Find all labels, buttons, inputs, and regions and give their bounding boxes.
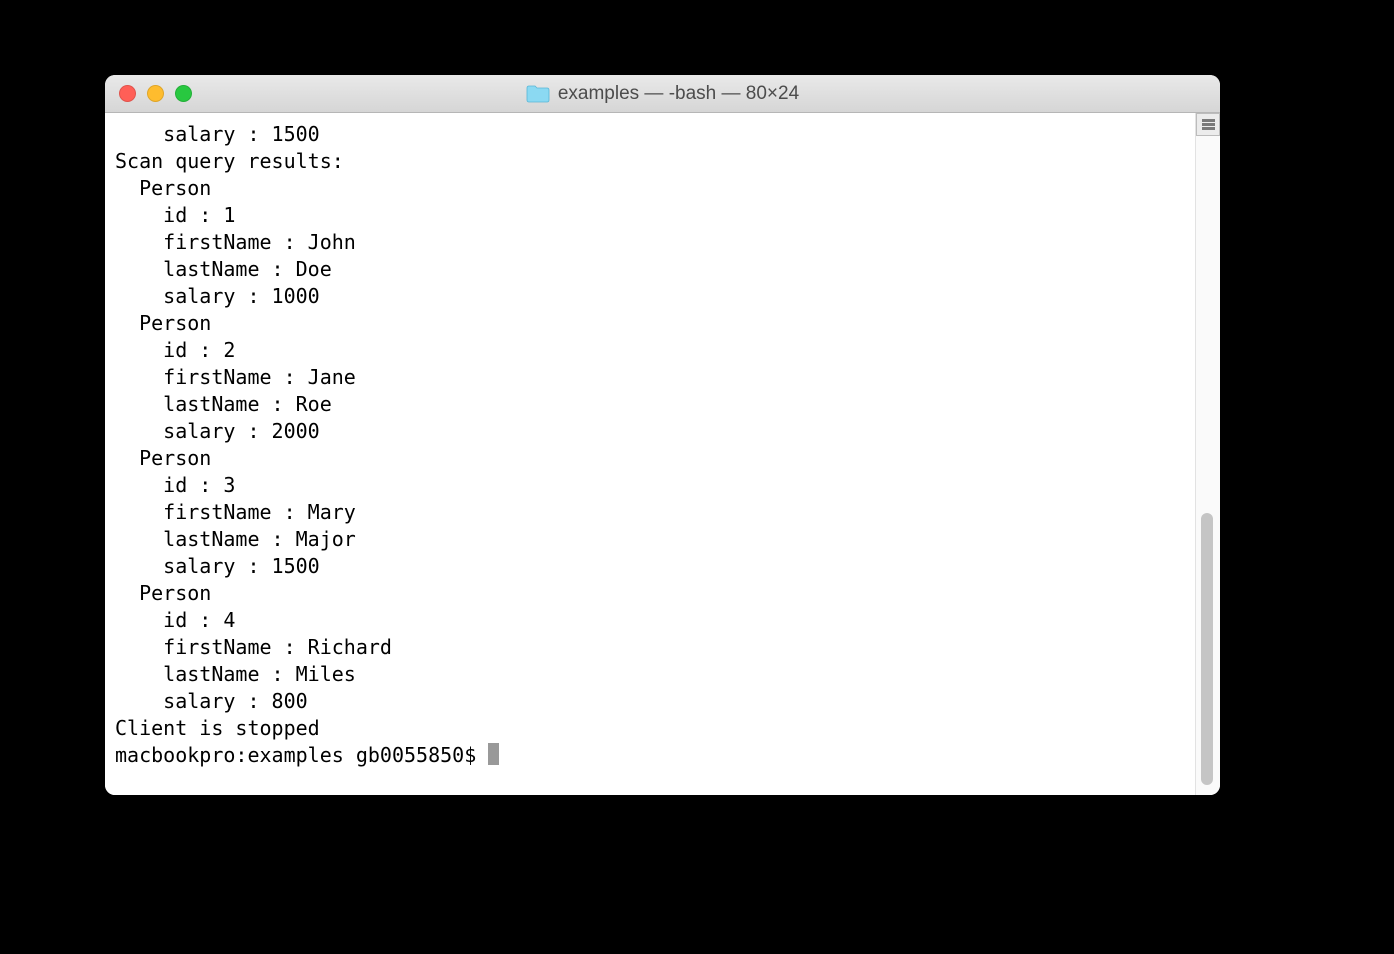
minimize-icon[interactable]	[147, 85, 164, 102]
terminal-output[interactable]: salary : 1500 Scan query results: Person…	[105, 113, 1195, 795]
scrollbar[interactable]	[1195, 113, 1220, 795]
terminal-window: examples — -bash — 80×24 salary : 1500 S…	[105, 75, 1220, 795]
scrollbar-menu-icon[interactable]	[1196, 113, 1220, 136]
traffic-lights	[119, 85, 192, 102]
cursor-icon	[488, 743, 499, 765]
window-title-wrap: examples — -bash — 80×24	[105, 83, 1220, 105]
terminal-body-wrap: salary : 1500 Scan query results: Person…	[105, 113, 1220, 795]
scrollbar-thumb[interactable]	[1201, 513, 1213, 785]
close-icon[interactable]	[119, 85, 136, 102]
window-titlebar[interactable]: examples — -bash — 80×24	[105, 75, 1220, 113]
window-title: examples — -bash — 80×24	[558, 83, 799, 105]
terminal-prompt[interactable]: macbookpro:examples gb0055850$	[115, 743, 488, 767]
folder-icon	[526, 84, 550, 103]
zoom-icon[interactable]	[175, 85, 192, 102]
